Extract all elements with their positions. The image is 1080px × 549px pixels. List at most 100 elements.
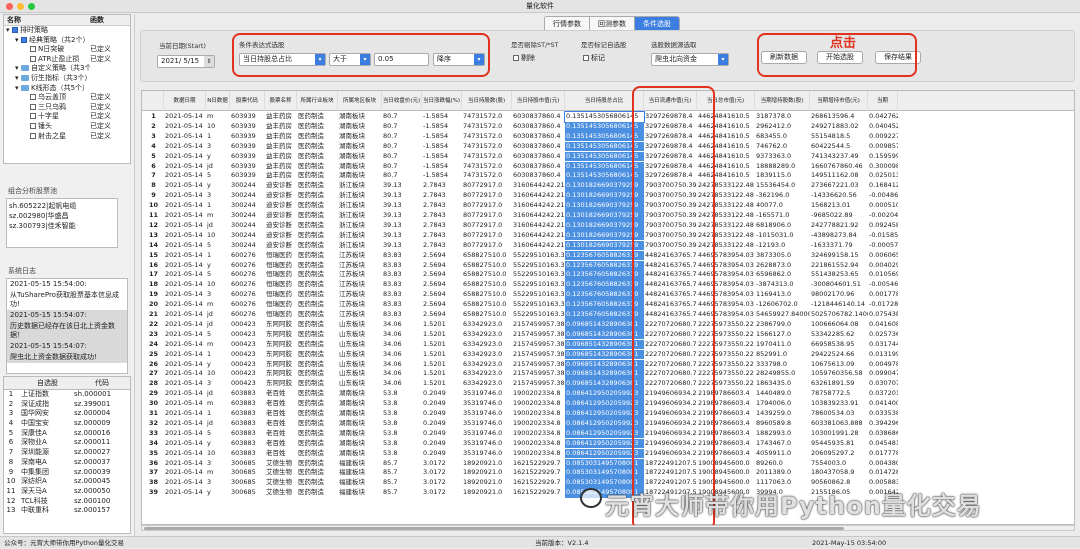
- row-index[interactable]: 16: [142, 261, 164, 271]
- table-cell[interactable]: 53.8: [382, 389, 422, 399]
- table-cell[interactable]: 300244: [230, 241, 265, 251]
- table-cell[interactable]: 5: [206, 429, 230, 439]
- table-cell[interactable]: 3.0172: [422, 478, 462, 488]
- table-row[interactable]: 37 2021-05-14 m 300685 艾德生物 医药制造 福建板块 85.7 3.017…: [142, 468, 1074, 479]
- table-cell[interactable]: 东阿阿胶: [265, 369, 297, 379]
- table-cell[interactable]: m: [206, 340, 230, 350]
- checkbox-icon[interactable]: [30, 103, 36, 110]
- table-cell[interactable]: -1.5854: [422, 142, 462, 152]
- checkbox-icon[interactable]: [30, 55, 36, 62]
- table-cell[interactable]: 医药制造: [297, 261, 338, 271]
- table-cell[interactable]: 山东板块: [338, 360, 382, 370]
- table-cell[interactable]: 658827510.0: [462, 280, 512, 290]
- table-cell[interactable]: -0.015856: [868, 231, 898, 241]
- table-row[interactable]: 3 2021-05-14 1 603939 益丰药房 医药制造 湖南板块 80.7 -1.585…: [142, 131, 1074, 142]
- table-cell[interactable]: 5: [206, 330, 230, 340]
- table-cell[interactable]: 0.0049788: [868, 360, 898, 370]
- tree-item[interactable]: 射击之星 已定义: [4, 132, 130, 142]
- table-cell[interactable]: 2.5694: [422, 280, 462, 290]
- table-cell[interactable]: 6596862.0: [755, 270, 810, 280]
- watchlist-row[interactable]: 8 深南电A sz.000037: [4, 458, 130, 468]
- table-cell[interactable]: 74731572.0: [462, 152, 512, 162]
- table-cell[interactable]: 300244: [230, 181, 265, 191]
- table-cell[interactable]: 医药制造: [297, 231, 338, 241]
- table-row[interactable]: 13 2021-05-14 10 300244 迪安诊断 医药制造 浙江板块 39.13 2.7…: [142, 230, 1074, 241]
- table-cell[interactable]: 3: [206, 142, 230, 152]
- table-cell[interactable]: 603381063.888: [810, 419, 868, 429]
- table-cell[interactable]: 746762.0: [755, 142, 810, 152]
- table-cell[interactable]: 39.13: [382, 211, 422, 221]
- table-cell[interactable]: 2021-05-14: [164, 350, 206, 360]
- checkbox-icon[interactable]: [30, 132, 36, 139]
- table-cell[interactable]: 东阿阿胶: [265, 350, 297, 360]
- table-row[interactable]: 25 2021-05-14 1 000423 东阿阿胶 医药制造 山东板块 34.06 1.52…: [142, 349, 1074, 360]
- table-cell[interactable]: 80772917.0: [462, 201, 512, 211]
- table-cell[interactable]: 3: [206, 478, 230, 488]
- table-cell[interactable]: y: [206, 181, 230, 191]
- table-cell[interactable]: 0.2049: [422, 439, 462, 449]
- table-cell[interactable]: 83.83: [382, 280, 422, 290]
- table-cell[interactable]: 2021-05-14: [164, 290, 206, 300]
- table-cell[interactable]: 医药制造: [297, 379, 338, 389]
- row-index[interactable]: 9: [142, 191, 164, 201]
- table-cell[interactable]: 10: [206, 449, 230, 459]
- table-cell[interactable]: -300804601.51: [810, 280, 868, 290]
- table-cell[interactable]: 603883: [230, 449, 265, 459]
- table-cell[interactable]: 83.83: [382, 251, 422, 261]
- row-index[interactable]: 21: [142, 310, 164, 320]
- row-index[interactable]: 27: [142, 369, 164, 379]
- table-cell[interactable]: 0.3000988: [868, 162, 898, 172]
- table-cell[interactable]: m: [206, 468, 230, 478]
- table-cell[interactable]: 300244: [230, 201, 265, 211]
- table-cell[interactable]: 医药制造: [297, 221, 338, 231]
- table-cell[interactable]: 1900202334.8: [512, 429, 565, 439]
- table-cell[interactable]: 10: [206, 369, 230, 379]
- date-stepper-icon[interactable]: ⇕: [204, 56, 214, 67]
- table-row[interactable]: 2 2021-05-14 10 603939 益丰药房 医药制造 湖南板块 80.7 -1.58…: [142, 121, 1074, 132]
- table-cell[interactable]: 医药制造: [297, 419, 338, 429]
- table-cell[interactable]: 9373363.0: [755, 152, 810, 162]
- table-cell[interactable]: 63261891.59: [810, 379, 868, 389]
- table-cell[interactable]: 221861552.94: [810, 261, 868, 271]
- table-cell[interactable]: 600276: [230, 290, 265, 300]
- table-cell[interactable]: 80772917.0: [462, 181, 512, 191]
- table-cell[interactable]: 江苏板块: [338, 280, 382, 290]
- table-cell[interactable]: 迪安诊断: [265, 201, 297, 211]
- table-cell[interactable]: 0.0416087: [868, 320, 898, 330]
- table-cell[interactable]: 2021-05-14: [164, 399, 206, 409]
- table-row[interactable]: 36 2021-05-14 3 300685 艾德生物 医药制造 福建板块 85.7 3.017…: [142, 458, 1074, 469]
- table-cell[interactable]: 603883: [230, 389, 265, 399]
- table-cell[interactable]: 603939: [230, 171, 265, 181]
- table-cell[interactable]: 80.7: [382, 132, 422, 142]
- table-row[interactable]: 14 2021-05-14 5 300244 迪安诊断 医药制造 浙江板块 39.13 2.78…: [142, 240, 1074, 251]
- table-cell[interactable]: jd: [206, 389, 230, 399]
- row-index[interactable]: 20: [142, 300, 164, 310]
- row-index[interactable]: 26: [142, 360, 164, 370]
- table-cell[interactable]: 6030837860.4: [512, 112, 565, 122]
- exclude-st-checkbox[interactable]: 剔除: [513, 53, 535, 63]
- table-cell[interactable]: 55229510163.3: [512, 280, 565, 290]
- table-cell[interactable]: 2157459957.38: [512, 369, 565, 379]
- table-column-header[interactable]: 当日持股数(股): [462, 91, 512, 111]
- row-index[interactable]: 23: [142, 330, 164, 340]
- table-cell[interactable]: 艾德生物: [265, 468, 297, 478]
- watchlist-row[interactable]: 5 深康佳A sz.000016: [4, 429, 130, 439]
- table-cell[interactable]: 74731572.0: [462, 132, 512, 142]
- row-index[interactable]: 29: [142, 389, 164, 399]
- table-cell[interactable]: 1.5201: [422, 360, 462, 370]
- table-cell[interactable]: 10: [206, 122, 230, 132]
- strategy-tree[interactable]: 名称 函数 ▾ 排时策略 ▾ 经典策略（共2个） N日突破 已定义 ATR止盈止损 已定义 ▾ 自…: [3, 14, 131, 164]
- watchlist-row[interactable]: 4 中国宝安 sz.000009: [4, 419, 130, 429]
- table-cell[interactable]: 35319746.0: [462, 409, 512, 419]
- table-cell[interactable]: 2021-05-14: [164, 201, 206, 211]
- window-controls[interactable]: [6, 3, 35, 10]
- table-cell[interactable]: 8960589.8: [755, 419, 810, 429]
- table-cell[interactable]: 东阿阿胶: [265, 330, 297, 340]
- table-cell[interactable]: 2021-05-14: [164, 132, 206, 142]
- table-cell[interactable]: 2021-05-14: [164, 112, 206, 122]
- table-cell[interactable]: 老百姓: [265, 409, 297, 419]
- table-cell[interactable]: 2157459957.38: [512, 320, 565, 330]
- table-cell[interactable]: 0.0060658: [868, 251, 898, 261]
- table-column-header[interactable]: 当期增持市值(元): [810, 91, 868, 111]
- table-cell[interactable]: -1.5854: [422, 132, 462, 142]
